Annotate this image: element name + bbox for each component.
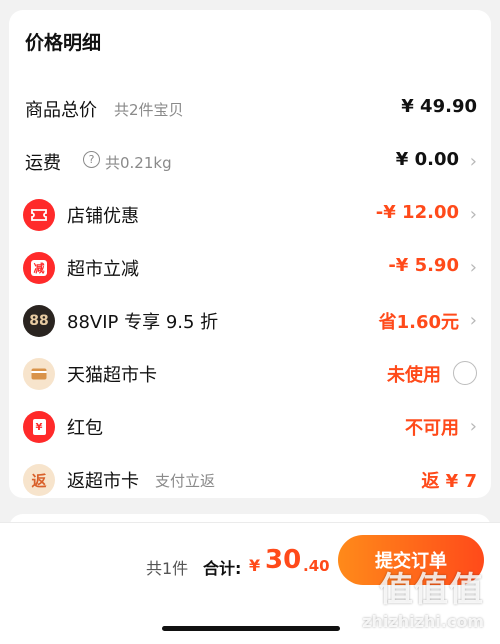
chevron-right-icon[interactable]: › <box>470 416 477 437</box>
site-watermark: 值值值 zhizhizhi.com <box>344 562 494 638</box>
vip-discount-row[interactable]: 88 88VIP 专享 9.5 折 省1.60元 › <box>9 295 491 348</box>
red-packet-status: 不可用 <box>405 418 459 439</box>
tmall-card-label: 天猫超市卡 <box>67 365 157 386</box>
store-discount-value: -¥ 12.00 <box>375 202 459 223</box>
rebate-card-value: 返 ¥ 7 <box>421 471 477 492</box>
rebate-card-row: 返 返超市卡 支付立返 返 ¥ 7 <box>9 454 491 507</box>
red-packet-label: 红包 <box>67 418 103 439</box>
vip-discount-value: 省1.60元 <box>378 312 459 333</box>
watermark-url: zhizhizhi.com <box>362 612 484 631</box>
shipping-weight-text: 共0.21kg <box>105 154 172 172</box>
rebate-card-label: 返超市卡 <box>67 471 139 492</box>
supermarket-reduce-icon: 减 <box>23 252 55 284</box>
goods-count-text: 共2件宝贝 <box>114 101 184 119</box>
chevron-right-icon[interactable]: › <box>470 257 477 278</box>
total-amount-dec: .40 <box>303 557 330 575</box>
red-packet-icon: ¥ <box>23 411 55 443</box>
supermarket-reduce-label: 超市立减 <box>67 259 139 280</box>
tmall-card-radio[interactable] <box>453 361 477 385</box>
chevron-right-icon[interactable]: › <box>470 310 477 331</box>
goods-total-label: 商品总价 <box>25 100 97 121</box>
tmall-card-row[interactable]: 天猫超市卡 未使用 <box>9 348 491 401</box>
total-amount-int: 30 <box>265 545 302 575</box>
goods-total-value: ¥ 49.90 <box>401 96 477 117</box>
store-discount-row[interactable]: 店铺优惠 -¥ 12.00 › <box>9 189 491 242</box>
chevron-right-icon[interactable]: › <box>470 151 477 172</box>
88vip-icon: 88 <box>23 305 55 337</box>
rebate-card-icon: 返 <box>23 464 55 496</box>
shipping-value: ¥ 0.00 <box>395 149 459 170</box>
help-icon[interactable]: ? <box>83 151 100 168</box>
supermarket-reduce-row[interactable]: 减 超市立减 -¥ 5.90 › <box>9 242 491 295</box>
vip-discount-label: 88VIP 专享 9.5 折 <box>67 312 219 333</box>
price-detail-card: 价格明细 商品总价 共2件宝贝 ¥ 49.90 运费 ? 共0.21kg ¥ 0… <box>9 10 491 498</box>
shipping-row[interactable]: 运费 ? 共0.21kg ¥ 0.00 › <box>9 136 491 189</box>
chevron-right-icon[interactable]: › <box>470 204 477 225</box>
supermarket-reduce-value: -¥ 5.90 <box>388 255 459 276</box>
tmall-card-status: 未使用 <box>387 365 441 386</box>
goods-total-row: 商品总价 共2件宝贝 ¥ 49.90 <box>9 83 491 136</box>
item-count: 共1件 <box>146 559 189 578</box>
watermark-logo: 值值值 <box>379 570 484 610</box>
total-label: 合计: <box>203 559 242 578</box>
tmall-card-icon <box>23 358 55 390</box>
price-detail-title: 价格明细 <box>25 32 102 54</box>
rebate-card-sub: 支付立返 <box>155 472 216 490</box>
store-discount-label: 店铺优惠 <box>67 206 139 227</box>
currency-symbol: ¥ <box>249 556 261 575</box>
red-packet-row[interactable]: ¥ 红包 不可用 › <box>9 401 491 454</box>
shipping-label: 运费 <box>25 153 61 174</box>
store-coupon-icon <box>23 199 55 231</box>
home-indicator[interactable] <box>162 626 340 631</box>
